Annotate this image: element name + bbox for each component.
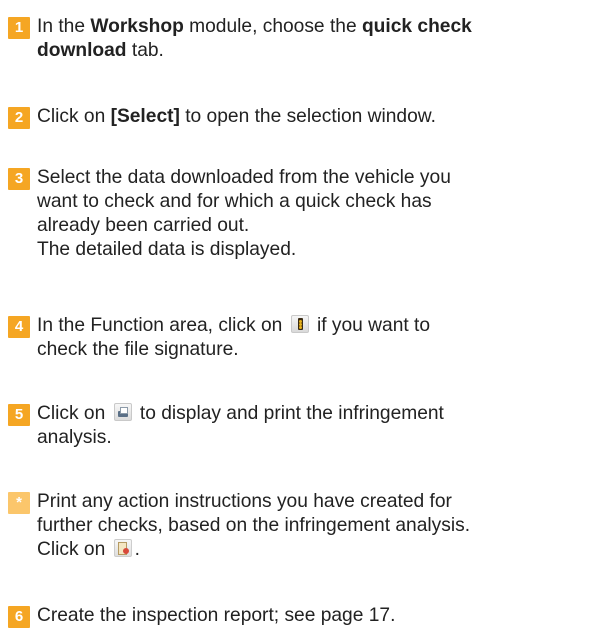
step-text: Print any action instructions you have c… — [37, 487, 593, 562]
step-text: Select the data downloaded from the vehi… — [37, 163, 593, 262]
step-text: Click on to display and print the infrin… — [37, 399, 593, 450]
step-number-badge: 1 — [8, 17, 30, 39]
step-optional: * Print any action instructions you have… — [8, 487, 593, 562]
step-number-badge: 4 — [8, 316, 30, 338]
step-line: The detailed data is displayed. — [37, 239, 297, 260]
step-number-badge: 2 — [8, 107, 30, 129]
step-line: Print any action instructions you have c… — [37, 491, 452, 512]
printer-icon[interactable] — [113, 403, 132, 421]
step-text: In the Workshop module, choose the quick… — [37, 12, 593, 63]
step-text: Click on [Select] to open the selection … — [37, 102, 593, 129]
step-6: 6 Create the inspection report; see page… — [8, 601, 593, 628]
step-text: In the Function area, click on if you wa… — [37, 311, 593, 362]
step-line: Click on [Select] to open the selection … — [37, 106, 436, 127]
step-3: 3 Select the data downloaded from the ve… — [8, 163, 593, 262]
tab-name: download — [37, 40, 127, 61]
step-4: 4 In the Function area, click on if you … — [8, 311, 593, 362]
step-line: Click on to display and print the infrin… — [37, 403, 444, 424]
select-button-label: [Select] — [110, 106, 180, 127]
step-line: Click on . — [37, 539, 140, 560]
step-line: already been carried out. — [37, 215, 250, 236]
step-line: download tab. — [37, 40, 164, 61]
traffic-light-signature-icon[interactable] — [290, 315, 309, 333]
step-text: Create the inspection report; see page 1… — [37, 601, 593, 628]
step-line: In the Workshop module, choose the quick… — [37, 16, 472, 37]
step-line: In the Function area, click on if you wa… — [37, 315, 431, 336]
step-line: check the file signature. — [37, 339, 239, 360]
step-number-badge: 3 — [8, 168, 30, 190]
step-5: 5 Click on to display and print the infr… — [8, 399, 593, 450]
module-name: Workshop — [90, 16, 184, 37]
optional-step-badge: * — [8, 492, 30, 514]
step-line: analysis. — [37, 427, 112, 448]
step-line: want to check and for which a quick chec… — [37, 191, 432, 212]
step-line: further checks, based on the infringemen… — [37, 515, 471, 536]
step-1: 1 In the Workshop module, choose the qui… — [8, 12, 593, 63]
step-2: 2 Click on [Select] to open the selectio… — [8, 102, 593, 129]
step-number-badge: 6 — [8, 606, 30, 628]
step-number-badge: 5 — [8, 404, 30, 426]
action-instructions-icon[interactable] — [113, 539, 132, 557]
step-line: Create the inspection report; see page 1… — [37, 605, 396, 626]
tab-name: quick check — [361, 16, 472, 37]
step-line: Select the data downloaded from the vehi… — [37, 167, 451, 188]
